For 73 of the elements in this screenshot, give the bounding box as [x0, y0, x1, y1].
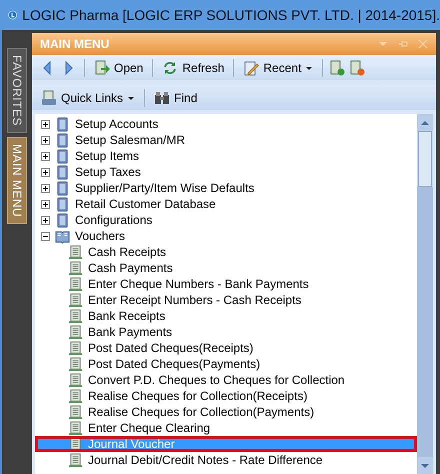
expand-icon[interactable] — [41, 136, 50, 144]
document-icon — [68, 388, 83, 404]
document-icon — [68, 420, 83, 436]
tree-item[interactable]: Cash Receipts — [88, 245, 166, 259]
document-icon — [68, 308, 83, 324]
quick-links-button[interactable]: Quick Links — [38, 88, 138, 108]
recent-button[interactable]: Recent — [240, 58, 316, 78]
document-icon — [68, 372, 83, 388]
tree-item[interactable]: Journal Debit/Credit Notes - Rate Difference — [88, 453, 323, 467]
refresh-button[interactable]: Refresh — [159, 58, 228, 78]
tree-item[interactable]: Supplier/Party/Item Wise Defaults — [75, 181, 254, 195]
document-icon — [68, 244, 83, 260]
tree-item[interactable]: Post Dated Cheques(Receipts) — [88, 341, 254, 355]
document-icon — [68, 452, 83, 468]
book-icon — [55, 132, 70, 148]
tree-item[interactable]: Post Dated Cheques(Payments) — [88, 357, 260, 371]
document-icon — [68, 436, 83, 452]
open-button[interactable]: Open — [91, 58, 146, 78]
side-tab[interactable]: FAVORITES — [7, 48, 27, 133]
binoculars-icon — [154, 90, 170, 106]
tree-item[interactable]: Realise Cheques for Collection(Payments) — [88, 405, 314, 419]
document-add-icon[interactable] — [329, 60, 346, 76]
expand-icon[interactable] — [41, 216, 50, 224]
tree-item[interactable]: Bank Payments — [88, 325, 172, 339]
side-tab[interactable]: MAIN MENU — [7, 136, 27, 224]
forward-arrow-icon[interactable] — [64, 60, 74, 74]
tree-item[interactable]: Setup Accounts — [75, 117, 158, 131]
expand-icon[interactable] — [41, 152, 50, 160]
document-icon — [68, 292, 83, 308]
expand-icon[interactable] — [41, 168, 50, 176]
tree-item[interactable]: Vouchers — [75, 229, 126, 243]
document-icon — [68, 356, 83, 372]
expand-icon[interactable] — [41, 120, 50, 128]
document-icon — [68, 276, 83, 292]
tree-item[interactable]: Convert P.D. Cheques to Cheques for Collection — [88, 373, 345, 387]
open-book-icon — [55, 228, 70, 244]
window-title: LOGIC Pharma [LOGIC ERP SOLUTIONS PVT. LTD. | 2014-2015]. — [22, 7, 440, 23]
document-icon — [68, 340, 83, 356]
scroll-up-icon[interactable] — [421, 120, 429, 126]
document-arrow-icon — [94, 60, 110, 76]
book-icon — [55, 212, 70, 228]
document-icon — [68, 324, 83, 340]
scroll-thumb[interactable] — [418, 131, 432, 187]
document-icon — [68, 404, 83, 420]
document-remove-icon[interactable] — [349, 60, 366, 76]
tree-item[interactable]: Setup Taxes — [75, 165, 141, 179]
tree-item[interactable]: Cash Payments — [88, 261, 173, 275]
tree-item[interactable]: Enter Receipt Numbers - Cash Receipts — [88, 293, 302, 307]
back-arrow-icon[interactable] — [42, 60, 52, 74]
document-pencil-icon — [243, 60, 260, 76]
collapse-icon[interactable] — [41, 232, 50, 240]
book-icon — [55, 180, 70, 196]
scrollbar[interactable] — [417, 114, 433, 474]
tree-item[interactable]: Realise Cheques for Collection(Receipts) — [88, 389, 308, 403]
document-icon — [68, 260, 83, 276]
find-button[interactable]: Find — [151, 88, 200, 108]
expand-icon[interactable] — [41, 200, 50, 208]
book-icon — [55, 164, 70, 180]
scroll-down-icon[interactable] — [421, 462, 429, 468]
tree-item[interactable]: Enter Cheque Numbers - Bank Payments — [88, 277, 309, 291]
tree-item[interactable]: Enter Cheque Clearing — [88, 421, 210, 435]
expand-icon[interactable] — [41, 184, 50, 192]
refresh-icon — [162, 60, 178, 76]
panel-title: MAIN MENU — [40, 37, 110, 51]
tree-item[interactable]: Configurations — [75, 213, 152, 227]
tree-item[interactable]: Setup Salesman/MR — [75, 133, 186, 147]
tree-item[interactable]: Retail Customer Database — [75, 197, 216, 211]
book-icon — [55, 196, 70, 212]
book-icon — [55, 116, 70, 132]
book-icon — [55, 148, 70, 164]
tree-item[interactable]: Bank Receipts — [88, 309, 166, 323]
tree-item[interactable]: Setup Items — [75, 149, 140, 163]
document-tray-icon — [41, 90, 57, 106]
